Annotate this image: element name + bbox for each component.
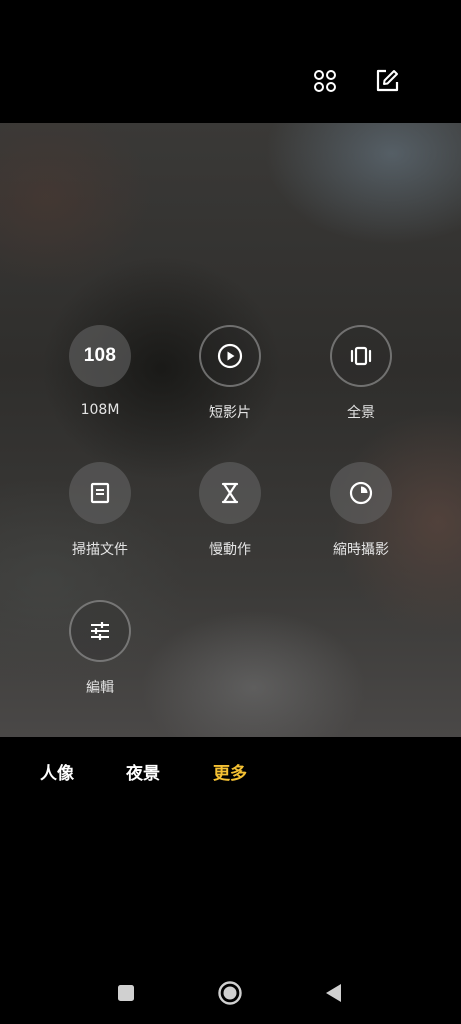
document-icon [69,462,131,524]
recents-icon[interactable] [113,980,139,1006]
camera-mode-tabs: 人像 夜景 更多 [0,737,461,807]
edit-icon[interactable] [370,64,404,98]
timer-icon [330,462,392,524]
mode-slow-motion[interactable]: 慢動作 [170,462,290,572]
mode-label: 編輯 [86,680,114,696]
mode-document-scan[interactable]: 掃描文件 [40,462,160,572]
system-nav-bar [0,960,461,1024]
top-bar [0,0,461,123]
hourglass-icon [199,462,261,524]
grid-icon[interactable] [308,64,342,98]
mode-panorama[interactable]: 全景 [301,325,421,435]
home-icon[interactable] [217,980,243,1006]
back-icon[interactable] [321,980,347,1006]
mode-timelapse[interactable]: 縮時攝影 [301,462,421,572]
108-badge-icon: 108 [69,325,131,387]
mode-108m[interactable]: 108 108M [40,325,160,435]
tab-portrait[interactable]: 人像 [40,759,74,784]
mode-label: 短影片 [209,405,251,421]
mode-edit[interactable]: 編輯 [40,600,160,710]
tab-more[interactable]: 更多 [213,759,247,784]
sliders-icon [69,600,131,662]
mode-label: 掃描文件 [72,542,128,558]
mode-label: 108M [80,402,120,418]
mode-label: 慢動作 [209,542,251,558]
panorama-icon [330,325,392,387]
tab-night[interactable]: 夜景 [126,759,160,784]
mode-label: 縮時攝影 [333,542,389,558]
camera-viewfinder: 108 108M 短影片 全景 掃描文件 慢動作 縮時攝影 編輯 [0,123,461,737]
mode-label: 全景 [347,405,375,421]
mode-short-video[interactable]: 短影片 [170,325,290,435]
play-circle-icon [199,325,261,387]
